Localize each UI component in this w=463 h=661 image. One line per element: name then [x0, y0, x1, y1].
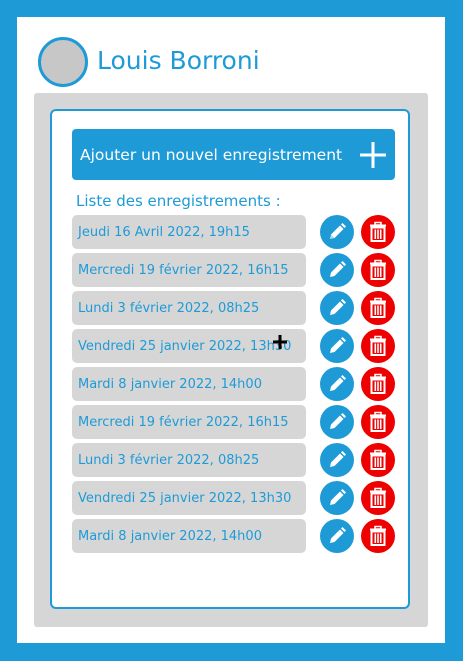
- pencil-icon: [330, 527, 346, 543]
- record-entry[interactable]: Vendredi 25 janvier 2022, 13h30: [72, 329, 306, 363]
- records-card: Ajouter un nouvel enregistrement Liste d…: [50, 109, 410, 609]
- pencil-icon: [330, 299, 346, 315]
- edit-button[interactable]: [320, 367, 354, 401]
- list-item: Mercredi 19 février 2022, 16h15: [72, 253, 402, 287]
- pencil-icon: [330, 261, 346, 277]
- content-panel: Ajouter un nouvel enregistrement Liste d…: [34, 93, 428, 627]
- pencil-icon: [330, 223, 346, 239]
- move-cursor-icon: [273, 335, 287, 349]
- record-label: Mardi 8 janvier 2022, 14h00: [78, 376, 262, 392]
- list-item: Jeudi 16 Avril 2022, 19h15: [72, 215, 402, 249]
- record-entry[interactable]: Mardi 8 janvier 2022, 14h00: [72, 519, 306, 553]
- trash-icon: [370, 297, 386, 318]
- list-item: Mardi 8 janvier 2022, 14h00: [72, 519, 402, 553]
- record-entry[interactable]: Mercredi 19 février 2022, 16h15: [72, 405, 306, 439]
- pencil-icon: [330, 413, 346, 429]
- trash-icon: [370, 449, 386, 470]
- edit-button[interactable]: [320, 481, 354, 515]
- record-label: Lundi 3 février 2022, 08h25: [78, 452, 260, 468]
- delete-button[interactable]: [361, 481, 395, 515]
- user-name: Louis Borroni: [97, 46, 260, 75]
- list-item: Vendredi 25 janvier 2022, 13h30: [72, 481, 402, 515]
- edit-button[interactable]: [320, 215, 354, 249]
- record-entry[interactable]: Vendredi 25 janvier 2022, 13h30: [72, 481, 306, 515]
- record-label: Vendredi 25 janvier 2022, 13h30: [78, 490, 292, 506]
- edit-button[interactable]: [320, 329, 354, 363]
- edit-button[interactable]: [320, 443, 354, 477]
- delete-button[interactable]: [361, 519, 395, 553]
- list-item: Lundi 3 février 2022, 08h25: [72, 443, 402, 477]
- delete-button[interactable]: [361, 329, 395, 363]
- record-entry[interactable]: Mercredi 19 février 2022, 16h15: [72, 253, 306, 287]
- record-entry[interactable]: Jeudi 16 Avril 2022, 19h15: [72, 215, 306, 249]
- plus-icon: [360, 141, 386, 168]
- records-list-title: Liste des enregistrements :: [76, 192, 281, 210]
- trash-icon: [370, 525, 386, 546]
- pencil-icon: [330, 337, 346, 353]
- delete-button[interactable]: [361, 291, 395, 325]
- delete-button[interactable]: [361, 405, 395, 439]
- delete-button[interactable]: [361, 443, 395, 477]
- trash-icon: [370, 411, 386, 432]
- record-entry[interactable]: Lundi 3 février 2022, 08h25: [72, 443, 306, 477]
- delete-button[interactable]: [361, 215, 395, 249]
- list-item: Mercredi 19 février 2022, 16h15: [72, 405, 402, 439]
- trash-icon: [370, 373, 386, 394]
- record-label: Mercredi 19 février 2022, 16h15: [78, 262, 289, 278]
- record-label: Mercredi 19 février 2022, 16h15: [78, 414, 289, 430]
- add-record-button[interactable]: Ajouter un nouvel enregistrement: [72, 129, 395, 180]
- trash-icon: [370, 221, 386, 242]
- pencil-icon: [330, 451, 346, 467]
- add-record-label: Ajouter un nouvel enregistrement: [80, 145, 343, 164]
- app-frame: Louis Borroni Ajouter un nouvel enregist…: [17, 17, 445, 643]
- trash-icon: [370, 259, 386, 280]
- pencil-icon: [330, 489, 346, 505]
- trash-icon: [370, 335, 386, 356]
- list-item: Lundi 3 février 2022, 08h25: [72, 291, 402, 325]
- edit-button[interactable]: [320, 253, 354, 287]
- record-label: Jeudi 16 Avril 2022, 19h15: [78, 224, 250, 240]
- record-label: Vendredi 25 janvier 2022, 13h30: [78, 338, 292, 354]
- edit-button[interactable]: [320, 519, 354, 553]
- record-entry[interactable]: Mardi 8 janvier 2022, 14h00: [72, 367, 306, 401]
- avatar[interactable]: [38, 37, 88, 87]
- pencil-icon: [330, 375, 346, 391]
- edit-button[interactable]: [320, 405, 354, 439]
- list-item: Mardi 8 janvier 2022, 14h00: [72, 367, 402, 401]
- trash-icon: [370, 487, 386, 508]
- record-label: Mardi 8 janvier 2022, 14h00: [78, 528, 262, 544]
- record-label: Lundi 3 février 2022, 08h25: [78, 300, 260, 316]
- records-list: Jeudi 16 Avril 2022, 19h15 Mercredi 19 f…: [72, 215, 402, 557]
- record-entry[interactable]: Lundi 3 février 2022, 08h25: [72, 291, 306, 325]
- edit-button[interactable]: [320, 291, 354, 325]
- delete-button[interactable]: [361, 253, 395, 287]
- delete-button[interactable]: [361, 367, 395, 401]
- list-item: Vendredi 25 janvier 2022, 13h30: [72, 329, 402, 363]
